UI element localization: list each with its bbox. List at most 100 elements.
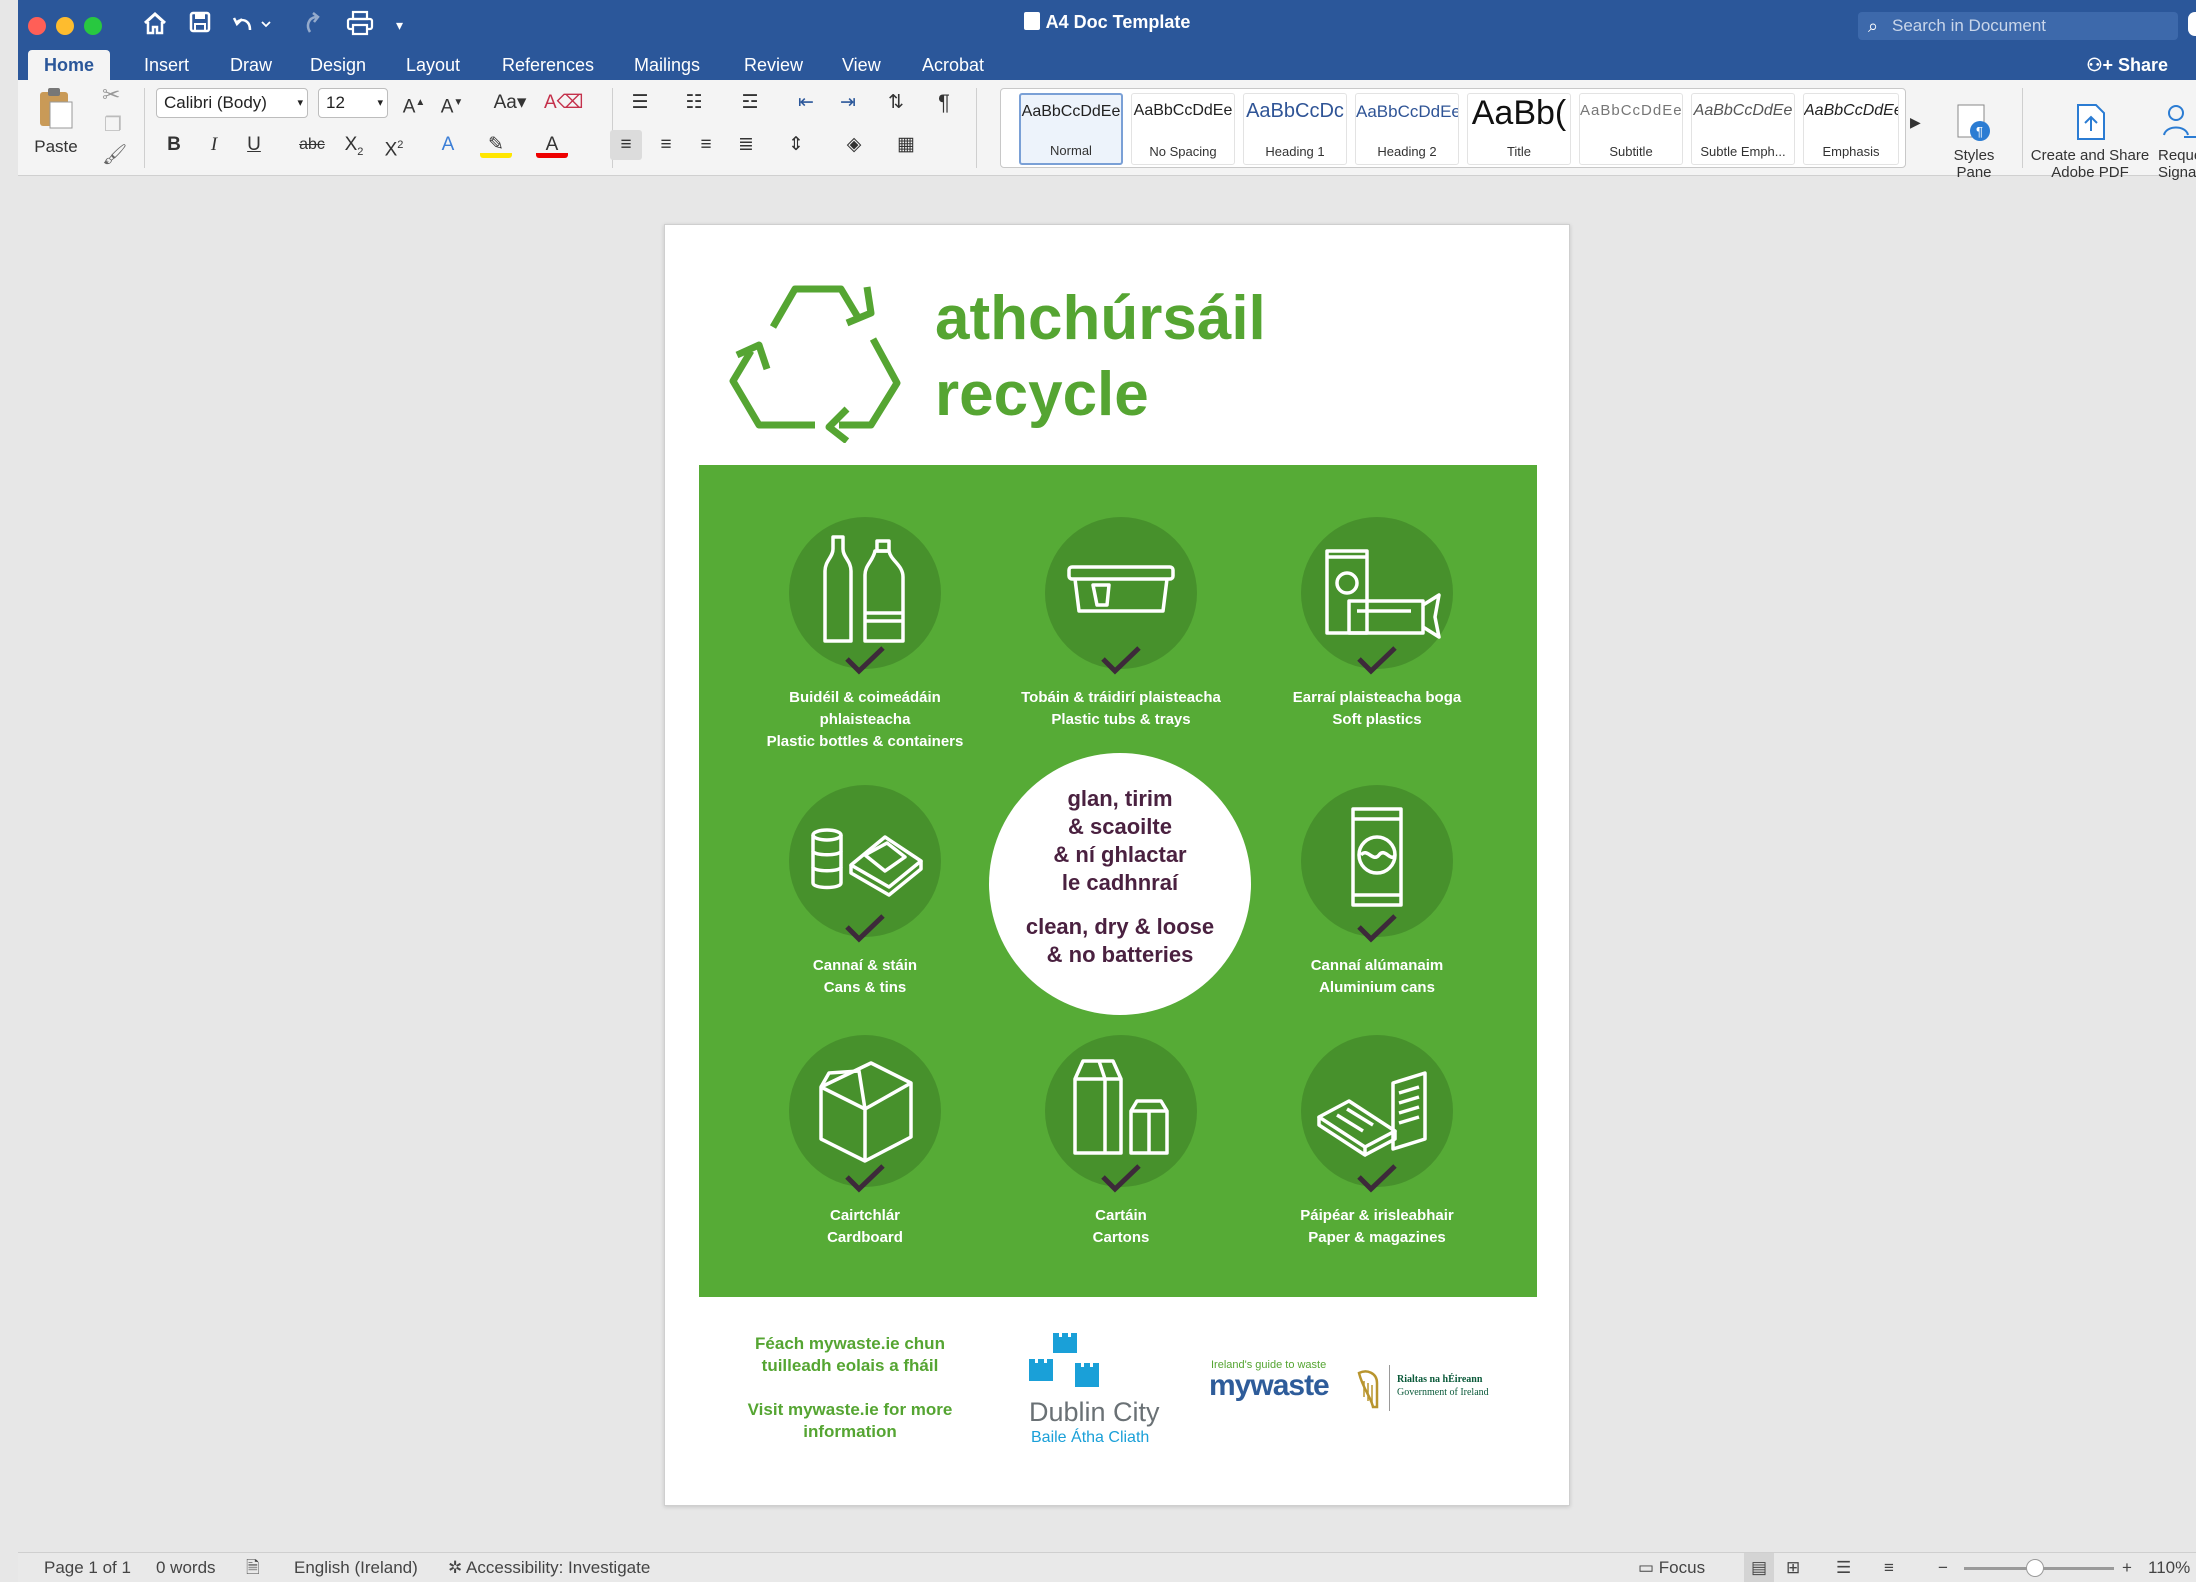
align-right-icon[interactable]: ≡ bbox=[690, 130, 722, 160]
item-caption: Cannaí alúmanaim Aluminium cans bbox=[1310, 957, 1444, 996]
style-emphasis[interactable]: AaBbCcDdEe Emphasis bbox=[1803, 93, 1899, 165]
signature-icon bbox=[2163, 105, 2196, 138]
show-formatting-marks-icon[interactable]: ¶ bbox=[928, 88, 960, 118]
ribbon-home: Paste ✂ ❐ 🖌 Calibri (Body) ▾ 12 ▾ A▲ A▼ Aa… bbox=[18, 80, 2196, 181]
recycling-items-panel: Buidéil & coimeádáin phlaisteacha Plasti… bbox=[699, 465, 1537, 1297]
zoom-slider-thumb[interactable] bbox=[2026, 1559, 2044, 1577]
styles-pane-button[interactable]: ¶ Styles Pane bbox=[1932, 84, 2016, 198]
tab-review[interactable]: Review bbox=[728, 50, 819, 80]
align-left-icon[interactable]: ≡ bbox=[610, 130, 642, 160]
dublin-city-name: Dublin City bbox=[1029, 1397, 1160, 1427]
share-button[interactable]: ⚇+ Share bbox=[2086, 50, 2168, 80]
redo-icon[interactable] bbox=[302, 10, 328, 40]
ribbon-tab-bar: Home Insert Draw Design Layout Reference… bbox=[18, 50, 2196, 80]
style-normal[interactable]: AaBbCcDdEe Normal bbox=[1019, 93, 1123, 165]
change-case-icon[interactable]: Aa▾ bbox=[488, 88, 532, 118]
justify-icon[interactable]: ≣ bbox=[730, 130, 762, 160]
request-signatures-button[interactable]: Request Signatures bbox=[2158, 84, 2196, 198]
close-window-button[interactable] bbox=[28, 17, 46, 35]
draft-view-icon[interactable]: ≡ bbox=[1884, 1553, 1894, 1582]
clear-formatting-icon[interactable]: A⌫ bbox=[544, 88, 584, 118]
undo-icon[interactable] bbox=[232, 10, 272, 40]
borders-icon[interactable]: ▦ bbox=[890, 130, 922, 160]
recycle-icon bbox=[729, 285, 901, 443]
zoom-window-button[interactable] bbox=[84, 17, 102, 35]
paste-button[interactable]: Paste bbox=[26, 86, 86, 157]
item-caption: Páipéar & irisleabhair Paper & magazines bbox=[1300, 1207, 1454, 1246]
customize-toolbar-icon[interactable]: ▾ bbox=[396, 10, 403, 40]
style-no-spacing[interactable]: AaBbCcDdEe No Spacing bbox=[1131, 93, 1235, 165]
proofing-icon[interactable]: 🗎 bbox=[246, 1553, 260, 1582]
word-count[interactable]: 0 words bbox=[156, 1553, 216, 1582]
dublin-city-irish-name: Baile Átha Cliath bbox=[1031, 1429, 1150, 1446]
focus-mode-button[interactable]: ▭ Focus bbox=[1638, 1553, 1705, 1582]
style-subtitle[interactable]: AaBbCcDdEe Subtitle bbox=[1579, 93, 1683, 165]
check-icon bbox=[845, 914, 885, 943]
tab-view[interactable]: View bbox=[826, 50, 897, 80]
document-page[interactable]: athchúrsáil recycle Buidéil & coimeádáin… bbox=[664, 224, 1570, 1506]
style-title[interactable]: AaBb( Title bbox=[1467, 93, 1571, 165]
tab-design[interactable]: Design bbox=[294, 50, 382, 80]
tab-home[interactable]: Home bbox=[28, 50, 111, 80]
language[interactable]: English (Ireland) bbox=[294, 1553, 418, 1582]
tab-layout[interactable]: Layout bbox=[390, 50, 476, 80]
home-icon[interactable] bbox=[142, 10, 168, 40]
zoom-level[interactable]: 110% bbox=[2148, 1553, 2190, 1582]
font-size-select[interactable]: 12 ▾ bbox=[318, 88, 388, 118]
style-heading-2[interactable]: AaBbCcDdEe Heading 2 bbox=[1355, 93, 1459, 165]
cut-icon[interactable]: ✂ bbox=[102, 82, 120, 108]
tab-mailings[interactable]: Mailings bbox=[618, 50, 716, 80]
zoom-out-button[interactable]: − bbox=[1938, 1553, 1948, 1582]
save-icon[interactable] bbox=[188, 10, 212, 40]
account-icon[interactable] bbox=[2188, 12, 2196, 36]
bold-button[interactable]: B bbox=[158, 130, 190, 160]
search-input[interactable]: ⌕ Search in Document bbox=[1858, 12, 2178, 40]
copy-icon[interactable]: ❐ bbox=[104, 112, 122, 137]
increase-indent-icon[interactable]: ⇥ bbox=[832, 88, 864, 118]
font-name-select[interactable]: Calibri (Body) ▾ bbox=[156, 88, 308, 118]
mywaste-logo: mywaste bbox=[1209, 1369, 1330, 1402]
accessibility-status[interactable]: ✲ Accessibility: Investigate bbox=[448, 1553, 650, 1582]
shrink-font-icon[interactable]: A▼ bbox=[436, 88, 468, 118]
outline-view-icon[interactable]: ☰ bbox=[1836, 1553, 1851, 1582]
tab-acrobat[interactable]: Acrobat bbox=[906, 50, 1000, 80]
styles-gallery-more-icon[interactable]: ▶ bbox=[1910, 114, 1921, 131]
decrease-indent-icon[interactable]: ⇤ bbox=[790, 88, 822, 118]
underline-button[interactable]: U bbox=[238, 130, 270, 160]
shading-icon[interactable]: ◈ bbox=[838, 130, 870, 160]
tab-references[interactable]: References bbox=[486, 50, 610, 80]
zoom-in-button[interactable]: + bbox=[2122, 1553, 2132, 1582]
tab-insert[interactable]: Insert bbox=[128, 50, 205, 80]
text-effects-icon[interactable]: A bbox=[432, 130, 464, 160]
print-layout-view-icon[interactable]: ▤ bbox=[1744, 1553, 1774, 1582]
create-share-pdf-button[interactable]: Create and Share Adobe PDF bbox=[2026, 84, 2154, 198]
tab-draw[interactable]: Draw bbox=[214, 50, 288, 80]
check-icon bbox=[845, 1164, 885, 1193]
sort-icon[interactable]: ⇅ bbox=[880, 88, 912, 118]
print-icon[interactable] bbox=[346, 10, 374, 40]
highlight-color-icon[interactable]: ✎ bbox=[480, 130, 512, 158]
status-bar: Page 1 of 1 0 words 🗎 English (Ireland) … bbox=[18, 1552, 2196, 1582]
styles-pane-icon: ¶ bbox=[1957, 104, 1990, 141]
clipboard-icon bbox=[40, 88, 73, 129]
line-spacing-icon[interactable]: ⇕ bbox=[780, 130, 812, 160]
style-heading-1[interactable]: AaBbCcDc Heading 1 bbox=[1243, 93, 1347, 165]
bullets-icon[interactable]: ☰ bbox=[624, 88, 656, 118]
grow-font-icon[interactable]: A▲ bbox=[398, 88, 430, 118]
subscript-icon[interactable]: X2 bbox=[338, 130, 370, 160]
page-count[interactable]: Page 1 of 1 bbox=[44, 1553, 131, 1582]
format-painter-icon[interactable]: 🖌 bbox=[102, 142, 127, 167]
check-icon bbox=[1101, 646, 1141, 675]
minimize-window-button[interactable] bbox=[56, 17, 74, 35]
numbering-icon[interactable]: ☷ bbox=[678, 88, 710, 118]
web-layout-view-icon[interactable]: ⊞ bbox=[1786, 1553, 1800, 1582]
align-center-icon[interactable]: ≡ bbox=[650, 130, 682, 160]
accessibility-icon: ✲ bbox=[448, 1558, 467, 1577]
superscript-icon[interactable]: X2 bbox=[378, 130, 410, 160]
strikethrough-button[interactable]: abc bbox=[292, 130, 332, 160]
multilevel-list-icon[interactable]: ☲ bbox=[734, 88, 766, 118]
italic-button[interactable]: I bbox=[198, 130, 230, 160]
font-color-icon[interactable]: A bbox=[536, 130, 568, 158]
item-caption: Cartáin Cartons bbox=[1092, 1207, 1150, 1246]
style-subtle-emphasis[interactable]: AaBbCcDdEe Subtle Emph... bbox=[1691, 93, 1795, 165]
